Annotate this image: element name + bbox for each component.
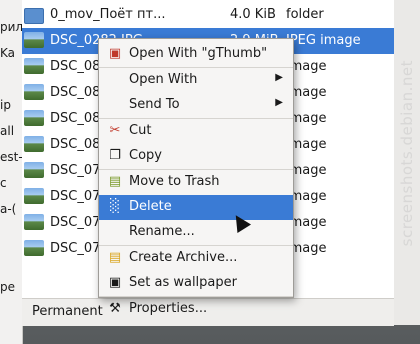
image-thumbnail-icon	[24, 58, 44, 74]
background-text-fragment: c	[0, 176, 7, 190]
image-thumbnail-icon	[24, 32, 44, 48]
menu-item-send-to[interactable]: Send To ▶	[99, 93, 293, 118]
menu-item-label: Open With "gThumb"	[129, 46, 268, 61]
archive-icon: ▤	[108, 250, 122, 265]
image-thumbnail-icon	[24, 136, 44, 152]
background-text-fragment: ip	[0, 98, 11, 112]
menu-item-create-archive[interactable]: ▤ Create Archive...	[99, 246, 293, 271]
image-thumbnail-icon	[24, 110, 44, 126]
trash-icon: ▤	[108, 174, 122, 189]
image-thumbnail-icon	[24, 162, 44, 178]
background-text-fragment: pe	[0, 280, 15, 294]
background-text-fragment: Ka	[0, 46, 16, 60]
submenu-arrow-icon: ▶	[275, 97, 283, 108]
menu-item-label: Delete	[129, 199, 172, 214]
scissors-icon: ✂	[109, 123, 121, 138]
file-name: DSC_07	[50, 241, 101, 256]
image-thumbnail-icon	[24, 84, 44, 100]
image-thumbnail-icon	[24, 188, 44, 204]
file-size: 4.0 KiB	[230, 7, 276, 22]
menu-item-label: Rename...	[129, 224, 195, 239]
file-name: 0_mov_Поёт пт...	[50, 7, 166, 22]
menu-item-label: Copy	[129, 148, 162, 163]
background-text-fragment: рил	[0, 20, 23, 34]
file-name: DSC_07	[50, 215, 101, 230]
background-window-edge: рил Ka ip all est-c a-( pe	[0, 0, 23, 344]
file-name: DSC_07	[50, 163, 101, 178]
background-text-fragment: all	[0, 124, 15, 138]
properties-icon: ⚒	[109, 301, 121, 316]
menu-item-move-to-trash[interactable]: ▤ Move to Trash	[99, 170, 293, 195]
background-text-fragment: est-	[0, 150, 23, 164]
menu-item-label: Open With	[129, 72, 198, 87]
file-name: DSC_07	[50, 189, 101, 204]
menu-item-cut[interactable]: ✂ Cut	[99, 119, 293, 144]
menu-item-label: Properties...	[129, 301, 208, 316]
menu-item-open-with-gthumb[interactable]: ▣ Open With "gThumb"	[99, 42, 293, 67]
context-menu: ▣ Open With "gThumb" Open With ▶ Send To ▶ ✂ Cu…	[98, 38, 294, 316]
menu-item-label: Create Archive...	[129, 250, 238, 265]
file-row[interactable]: 0_mov_Поёт пт... 4.0 KiB folder	[22, 2, 394, 28]
file-name: DSC_08	[50, 137, 101, 152]
gthumb-icon: ▣	[108, 46, 122, 61]
menu-item-rename[interactable]: Rename...	[99, 220, 293, 245]
menu-item-label: Send To	[129, 97, 180, 112]
watermark: screenshots.debian.net	[398, 60, 416, 247]
image-thumbnail-icon	[24, 240, 44, 256]
menu-item-label: Set as wallpaper	[129, 275, 237, 290]
menu-item-label: Move to Trash	[129, 174, 220, 189]
copy-icon: ❐	[109, 148, 121, 163]
file-name: DSC_08	[50, 85, 101, 100]
file-type: folder	[286, 7, 324, 22]
menu-item-set-as-wallpaper[interactable]: ▣ Set as wallpaper	[99, 271, 293, 296]
menu-item-label: Cut	[129, 123, 152, 138]
image-thumbnail-icon	[24, 214, 44, 230]
menu-item-properties[interactable]: ⚒ Properties...	[99, 297, 293, 322]
file-type: JPEG image	[286, 33, 361, 48]
menu-item-open-with[interactable]: Open With ▶	[99, 68, 293, 93]
folder-icon	[24, 8, 44, 24]
background-text-fragment: a-(	[0, 202, 17, 216]
shredder-icon: ░	[110, 199, 120, 214]
menu-item-delete[interactable]: ░ Delete	[99, 195, 293, 220]
submenu-arrow-icon: ▶	[275, 72, 283, 83]
wallpaper-icon: ▣	[108, 275, 122, 290]
menu-item-copy[interactable]: ❐ Copy	[99, 144, 293, 169]
file-name: DSC_08	[50, 59, 101, 74]
status-text: Permanent	[32, 304, 103, 319]
file-name: DSC_08	[50, 111, 101, 126]
